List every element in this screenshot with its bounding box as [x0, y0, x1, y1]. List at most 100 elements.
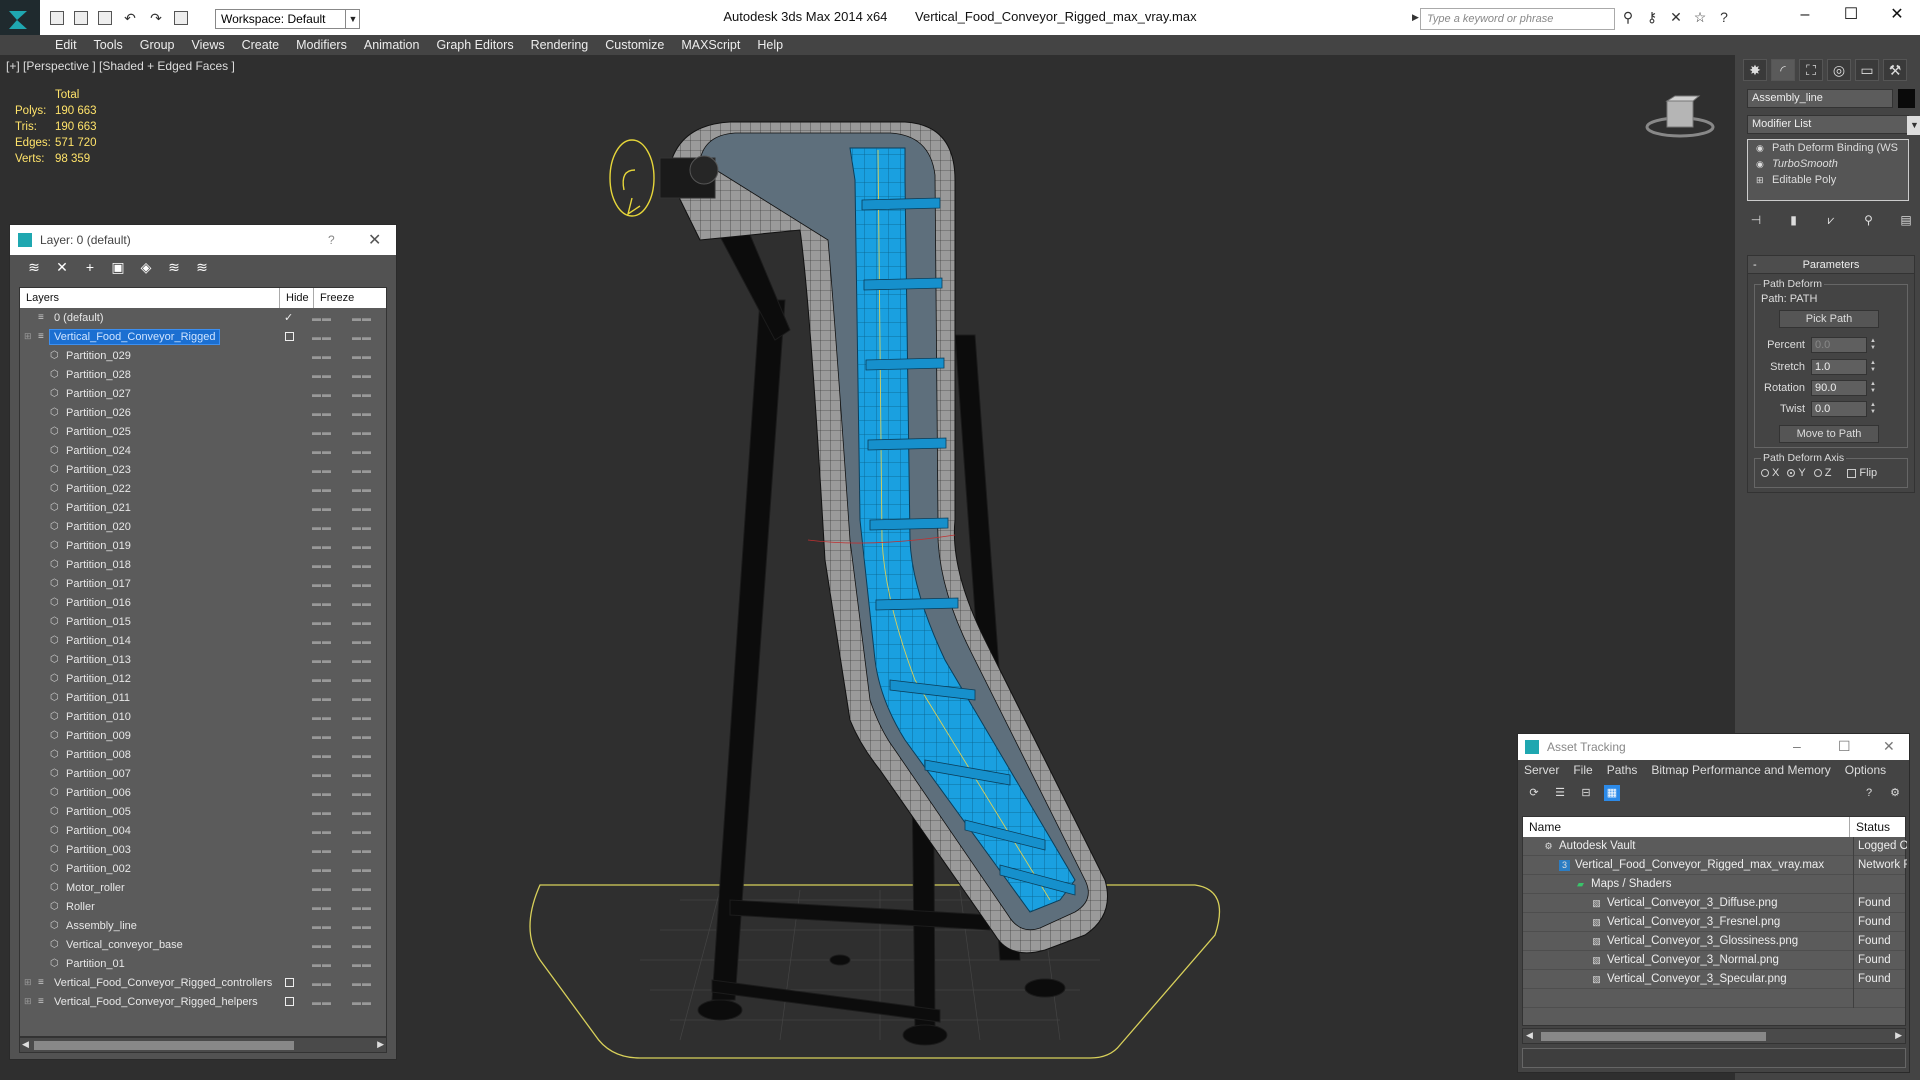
layer-row[interactable]: ⬡ Partition_004 ▬▬ ▬▬	[20, 821, 386, 840]
pick-path-button[interactable]: Pick Path	[1779, 310, 1879, 328]
asset-row[interactable]: ▰ Maps / Shaders	[1523, 874, 1905, 894]
set-current-layer-icon[interactable]: ≋	[194, 259, 210, 275]
layer-row[interactable]: ⬡ Partition_023 ▬▬ ▬▬	[20, 460, 386, 479]
freeze-toggle[interactable]: ▬▬	[352, 978, 372, 988]
close-icon[interactable]: ✕	[1883, 738, 1895, 755]
hide-toggle[interactable]: ▬▬	[312, 465, 332, 475]
layer-row[interactable]: ⬡ Partition_018 ▬▬ ▬▬	[20, 555, 386, 574]
layer-row[interactable]: ⬡ Partition_010 ▬▬ ▬▬	[20, 707, 386, 726]
help-button[interactable]: ?	[328, 233, 335, 247]
hide-toggle[interactable]: ▬▬	[312, 484, 332, 494]
hide-toggle[interactable]: ▬▬	[312, 712, 332, 722]
freeze-toggle[interactable]: ▬▬	[352, 693, 372, 703]
delete-layer-icon[interactable]: ✕	[54, 259, 70, 275]
viewcube-icon[interactable]	[1645, 93, 1715, 141]
stretch-value[interactable]: 1.0	[1811, 359, 1867, 375]
asset-row[interactable]: 3 Vertical_Food_Conveyor_Rigged_max_vray.…	[1523, 855, 1907, 875]
freeze-toggle[interactable]: ▬▬	[352, 541, 372, 551]
close-icon[interactable]: ✕	[1874, 0, 1920, 32]
hide-toggle[interactable]: ▬▬	[312, 902, 332, 912]
freeze-toggle[interactable]: ▬▬	[352, 560, 372, 570]
layer-row[interactable]: ⬡ Partition_021 ▬▬ ▬▬	[20, 498, 386, 517]
expand-plus-icon[interactable]: ⊞	[24, 996, 32, 1007]
freeze-toggle[interactable]: ▬▬	[352, 921, 372, 931]
freeze-toggle[interactable]: ▬▬	[352, 826, 372, 836]
asset-row[interactable]: ▧ Vertical_Conveyor_3_Specular.png Found	[1523, 969, 1905, 989]
asset-menu-file[interactable]: File	[1573, 763, 1592, 777]
layer-name[interactable]: Partition_028	[66, 369, 131, 381]
freeze-toggle[interactable]: ▬▬	[352, 807, 372, 817]
freeze-toggle[interactable]: ▬▬	[352, 484, 372, 494]
layer-row[interactable]: ⬡ Partition_003 ▬▬ ▬▬	[20, 840, 386, 859]
hide-toggle[interactable]: ▬▬	[312, 959, 332, 969]
hide-toggle[interactable]: ▬▬	[312, 978, 332, 988]
add-layer-icon[interactable]: +	[82, 259, 98, 275]
expand-plus-icon[interactable]: ⊞	[24, 977, 32, 988]
layer-name[interactable]: Partition_015	[66, 616, 131, 628]
layer-name[interactable]: Partition_020	[66, 521, 131, 533]
set-current-checkbox[interactable]	[285, 978, 294, 987]
asset-row[interactable]: ▧ Vertical_Conveyor_3_Normal.png Found	[1523, 950, 1905, 970]
hide-toggle[interactable]: ▬▬	[312, 636, 332, 646]
scrollbar-thumb[interactable]	[1541, 1032, 1766, 1041]
hide-toggle[interactable]: ▬▬	[312, 769, 332, 779]
layer-name[interactable]: Partition_022	[66, 483, 131, 495]
layer-name[interactable]: Partition_006	[66, 787, 131, 799]
layer-row[interactable]: ⬡ Partition_028 ▬▬ ▬▬	[20, 365, 386, 384]
layer-row[interactable]: ⊞ ≡ Vertical_Food_Conveyor_Rigged ▬▬ ▬▬	[20, 327, 386, 346]
freeze-toggle[interactable]: ▬▬	[352, 389, 372, 399]
layer-name[interactable]: Partition_018	[66, 559, 131, 571]
layer-row[interactable]: ⬡ Partition_022 ▬▬ ▬▬	[20, 479, 386, 498]
hide-toggle[interactable]: ▬▬	[312, 541, 332, 551]
asset-menu-paths[interactable]: Paths	[1607, 763, 1638, 777]
freeze-toggle[interactable]: ▬▬	[352, 788, 372, 798]
current-layer-check-icon[interactable]: ✓	[284, 311, 293, 324]
scroll-left-icon[interactable]: ◀	[1526, 1030, 1533, 1041]
freeze-toggle[interactable]: ▬▬	[352, 883, 372, 893]
hide-toggle[interactable]: ▬▬	[312, 579, 332, 589]
layer-name[interactable]: Partition_026	[66, 407, 131, 419]
layer-row[interactable]: ⬡ Partition_011 ▬▬ ▬▬	[20, 688, 386, 707]
freeze-toggle[interactable]: ▬▬	[352, 959, 372, 969]
help-icon[interactable]: ?	[1861, 785, 1877, 801]
menu-customize[interactable]: Customize	[602, 38, 678, 52]
freeze-toggle[interactable]: ▬▬	[352, 655, 372, 665]
star-icon[interactable]: ☆	[1692, 9, 1708, 25]
lightbulb-icon[interactable]: ◉	[1756, 143, 1764, 154]
rotation-value[interactable]: 90.0	[1811, 380, 1867, 396]
freeze-toggle[interactable]: ▬▬	[352, 408, 372, 418]
layer-row[interactable]: ⬡ Partition_01 ▬▬ ▬▬	[20, 954, 386, 973]
tree-view-icon[interactable]: ⊟	[1578, 785, 1594, 801]
menu-help[interactable]: Help	[754, 38, 797, 52]
hide-toggle[interactable]: ▬▬	[312, 408, 332, 418]
freeze-toggle[interactable]: ▬▬	[352, 522, 372, 532]
column-freeze[interactable]: Freeze	[314, 288, 354, 308]
layer-row[interactable]: ⬡ Partition_026 ▬▬ ▬▬	[20, 403, 386, 422]
layer-row[interactable]: ⬡ Assembly_line ▬▬ ▬▬	[20, 916, 386, 935]
freeze-toggle[interactable]: ▬▬	[352, 731, 372, 741]
layer-row[interactable]: ⬡ Partition_027 ▬▬ ▬▬	[20, 384, 386, 403]
hide-toggle[interactable]: ▬▬	[312, 997, 332, 1007]
layer-name[interactable]: Partition_01	[66, 958, 125, 970]
freeze-toggle[interactable]: ▬▬	[352, 902, 372, 912]
expand-plus-icon[interactable]: ⊞	[24, 331, 32, 342]
layer-row[interactable]: ⬡ Partition_019 ▬▬ ▬▬	[20, 536, 386, 555]
hide-toggle[interactable]: ▬▬	[312, 522, 332, 532]
asset-row[interactable]: ▧ Vertical_Conveyor_3_Glossiness.png Found	[1523, 931, 1905, 951]
freeze-toggle[interactable]: ▬▬	[352, 769, 372, 779]
axis-x-radio[interactable]: X	[1761, 467, 1779, 479]
hide-toggle[interactable]: ▬▬	[312, 750, 332, 760]
show-end-result-icon[interactable]: ▮	[1785, 211, 1803, 229]
column-hide[interactable]: Hide	[280, 288, 314, 308]
layer-row[interactable]: ⊞ ≡ Vertical_Food_Conveyor_Rigged_controll…	[20, 973, 386, 992]
layer-name[interactable]: Partition_008	[66, 749, 131, 761]
maximize-icon[interactable]: ☐	[1838, 738, 1851, 755]
layer-name[interactable]: Partition_005	[66, 806, 131, 818]
object-color-swatch[interactable]	[1898, 89, 1915, 108]
freeze-toggle[interactable]: ▬▬	[352, 997, 372, 1007]
minimize-icon[interactable]: –	[1782, 0, 1828, 32]
settings-icon[interactable]: ⚙	[1887, 785, 1903, 801]
motion-tab-icon[interactable]: ◎	[1827, 59, 1851, 81]
layer-name[interactable]: Partition_021	[66, 502, 131, 514]
layer-row[interactable]: ⬡ Partition_016 ▬▬ ▬▬	[20, 593, 386, 612]
